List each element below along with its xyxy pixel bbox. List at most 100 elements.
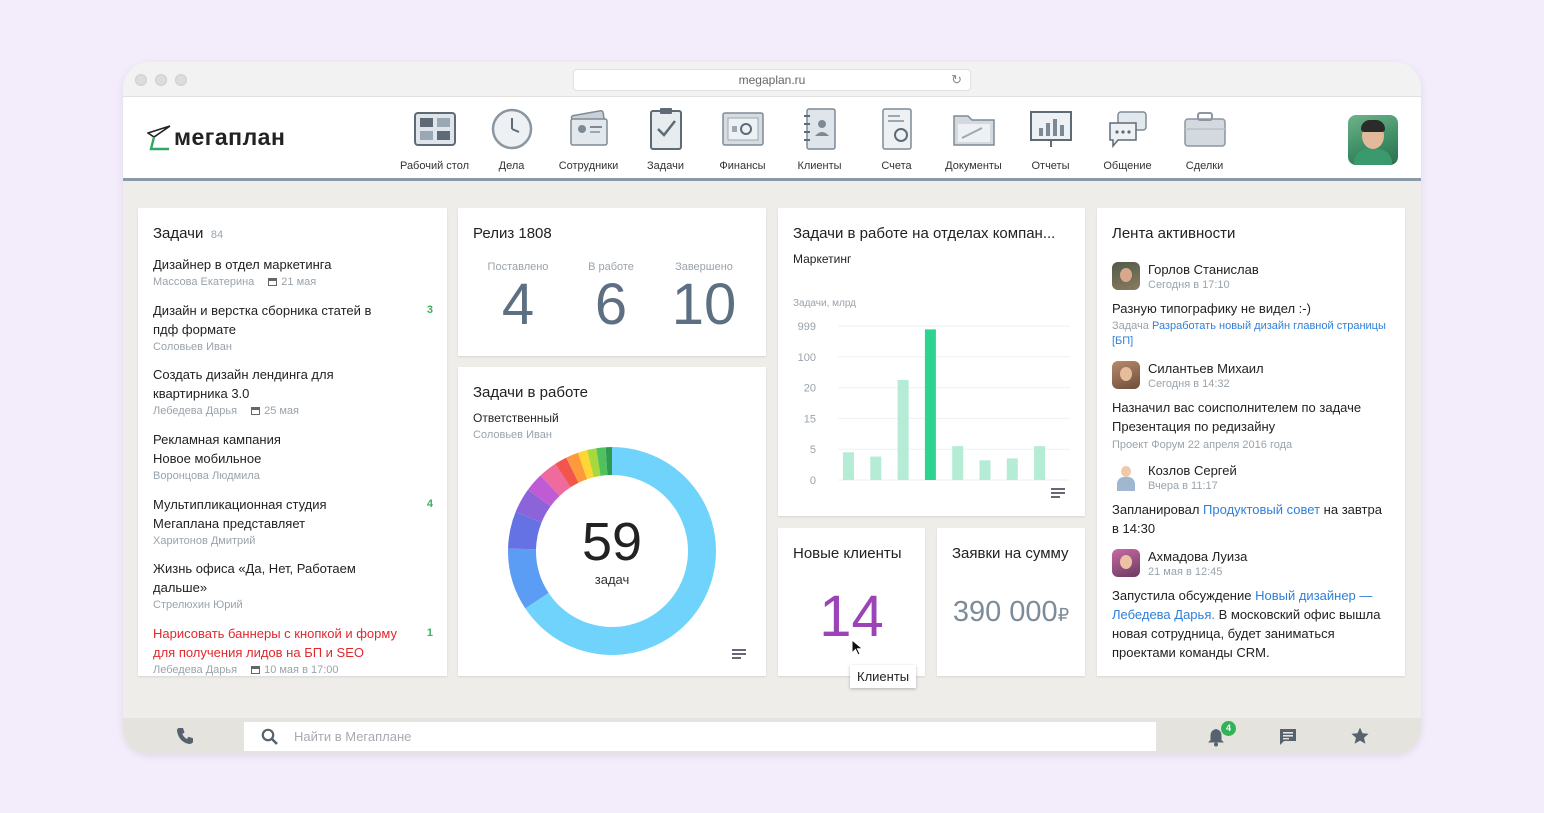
nav-label: Клиенты: [797, 160, 842, 172]
feed-text: Запустила обсуждение Новый дизайнер — Ле…: [1112, 586, 1392, 662]
feed-text: Назначил вас соисполнителем по задаче: [1112, 400, 1362, 415]
feed-author[interactable]: Козлов Сергей: [1148, 463, 1237, 478]
donut-center: 59 задач: [572, 515, 652, 587]
feed-time: Вчера в 11:17: [1148, 480, 1218, 492]
feed-author[interactable]: Силантьев Михаил: [1148, 361, 1264, 376]
nav-communication[interactable]: Общение: [1089, 105, 1166, 172]
task-item[interactable]: Дизайн и верстка сборника статей в пдф ф…: [153, 301, 388, 354]
calendar-icon: [268, 278, 278, 286]
y-tick-label: 999: [798, 321, 816, 333]
task-assignee: Воронцова Людмила: [153, 470, 260, 482]
nav-desktop[interactable]: Рабочий стол: [396, 105, 473, 172]
chart-bar[interactable]: [897, 379, 909, 480]
activity-feed-card: Лента активности Горлов Станислав Сегодн…: [1097, 208, 1405, 676]
department-bar-chart: Задачи, млрд 999 100 20 15 5 0: [793, 298, 1070, 487]
feed-text-before: Запланировал: [1112, 502, 1200, 517]
chart-bar[interactable]: [843, 452, 854, 480]
feed-task-link[interactable]: Разработать новый дизайн главной страниц…: [1112, 320, 1386, 347]
task-item[interactable]: Дизайнер в отдел маркетинга Массова Екат…: [153, 255, 443, 289]
search-placeholder: Найти в Мегаплане: [294, 729, 412, 744]
requests-amount: 390 000₽: [937, 596, 1085, 629]
task-assignee: Массова Екатерина: [153, 276, 255, 288]
nav-tasks[interactable]: Задачи: [627, 105, 704, 172]
task-item[interactable]: Мультипликационная студия Мегаплана пред…: [153, 495, 358, 548]
nav-deals[interactable]: Сделки: [1166, 105, 1243, 172]
requests-card[interactable]: Заявки на сумму 390 000₽: [937, 528, 1085, 676]
messages-icon[interactable]: [1278, 727, 1298, 747]
maximize-window-icon[interactable]: [175, 74, 187, 86]
task-assignee: Соловьев Иван: [153, 341, 232, 353]
address-text: megaplan.ru: [738, 73, 806, 87]
notifications-button[interactable]: 4: [1207, 721, 1236, 747]
app-header: мегаплан Рабочий стол Дела Сотрудники За…: [123, 97, 1421, 181]
nav-reports[interactable]: Отчеты: [1012, 105, 1089, 172]
task-assignee: Харитонов Дмитрий: [153, 535, 256, 547]
card-menu-icon[interactable]: [1051, 488, 1065, 500]
chart-bar[interactable]: [1034, 446, 1046, 480]
nav-label: Счета: [881, 160, 912, 172]
reload-icon[interactable]: ↻: [951, 70, 962, 90]
nav-invoices[interactable]: Счета: [858, 105, 935, 172]
feed-author[interactable]: Ахмадова Луиза: [1148, 549, 1247, 564]
browser-window: megaplan.ru ↻ мегаплан Рабочий стол Дела…: [123, 62, 1421, 754]
donut-total-label: задач: [594, 572, 630, 587]
card-menu-icon[interactable]: [732, 649, 746, 661]
minimize-window-icon[interactable]: [155, 74, 167, 86]
task-item-overdue[interactable]: Нарисовать баннеры с кнопкой и форму для…: [153, 624, 418, 677]
chat-bubbles-icon: [1104, 105, 1152, 153]
phone-icon[interactable]: [175, 726, 195, 746]
nav-label: Документы: [945, 160, 1002, 172]
nav-documents[interactable]: Документы: [935, 105, 1012, 172]
feed-avatar[interactable]: [1112, 463, 1140, 491]
feed-author[interactable]: Горлов Станислав: [1148, 262, 1259, 277]
employees-icon: [565, 105, 613, 153]
task-date: 25 мая: [264, 405, 300, 417]
release-card[interactable]: Релиз 1808 Поставлено 4 В работе 6 Завер…: [458, 208, 766, 356]
feed-time: Сегодня в 17:10: [1148, 279, 1230, 291]
report-board-icon: [1027, 105, 1075, 153]
new-clients-title: Новые клиенты: [793, 545, 902, 562]
nav-label: Финансы: [719, 160, 766, 172]
close-window-icon[interactable]: [135, 74, 147, 86]
address-bar[interactable]: megaplan.ru ↻: [573, 69, 971, 91]
nav-deals-todo[interactable]: Дела: [473, 105, 550, 172]
logo-mark-icon: [147, 124, 171, 150]
nav-finance[interactable]: Финансы: [704, 105, 781, 172]
calendar-icon: [251, 407, 261, 415]
logo[interactable]: мегаплан: [147, 124, 285, 151]
task-item[interactable]: Рекламная кампания Новое мобильное Ворон…: [153, 430, 303, 483]
feed-avatar[interactable]: [1112, 262, 1140, 290]
feed-avatar[interactable]: [1112, 549, 1140, 577]
chart-bar[interactable]: [952, 446, 964, 480]
clock-icon: [488, 105, 536, 153]
feed-event-link[interactable]: Продуктовый совет: [1203, 502, 1320, 517]
nav-employees[interactable]: Сотрудники: [550, 105, 627, 172]
user-avatar[interactable]: [1348, 115, 1398, 165]
task-title: Жизнь офиса «Да, Нет, Работаем дальше»: [153, 561, 356, 595]
stat-value: 6: [594, 272, 628, 337]
nav-clients[interactable]: Клиенты: [781, 105, 858, 172]
desktop-icon: [411, 105, 459, 153]
nav-label: Сделки: [1185, 160, 1224, 172]
requests-value: 390 000: [952, 596, 1058, 628]
donut-total: 59: [581, 512, 643, 572]
in-progress-subtitle: Ответственный: [473, 411, 559, 425]
feed-task-link[interactable]: Презентация по редизайну: [1112, 417, 1392, 436]
task-item[interactable]: Создать дизайн лендинга для квартирника …: [153, 365, 358, 418]
calendar-icon: [251, 666, 261, 674]
chart-bar[interactable]: [924, 329, 936, 480]
task-assignee: Лебедева Дарья: [153, 664, 238, 676]
stat-value: 10: [671, 272, 737, 337]
task-title: Мультипликационная студия Мегаплана пред…: [153, 497, 327, 531]
task-clipboard-icon: [642, 105, 690, 153]
client-notebook-icon: [796, 105, 844, 153]
chart-bar[interactable]: [979, 460, 991, 480]
chart-bar[interactable]: [870, 456, 882, 480]
chart-bar[interactable]: [1006, 458, 1018, 480]
search-input[interactable]: Найти в Мегаплане: [244, 722, 1156, 751]
browser-titlebar: megaplan.ru ↻: [123, 62, 1421, 97]
feed-avatar[interactable]: [1112, 361, 1140, 389]
mouse-cursor-icon: [851, 639, 864, 656]
favorites-star-icon[interactable]: [1350, 726, 1370, 746]
task-item[interactable]: Жизнь офиса «Да, Нет, Работаем дальше» С…: [153, 559, 378, 612]
